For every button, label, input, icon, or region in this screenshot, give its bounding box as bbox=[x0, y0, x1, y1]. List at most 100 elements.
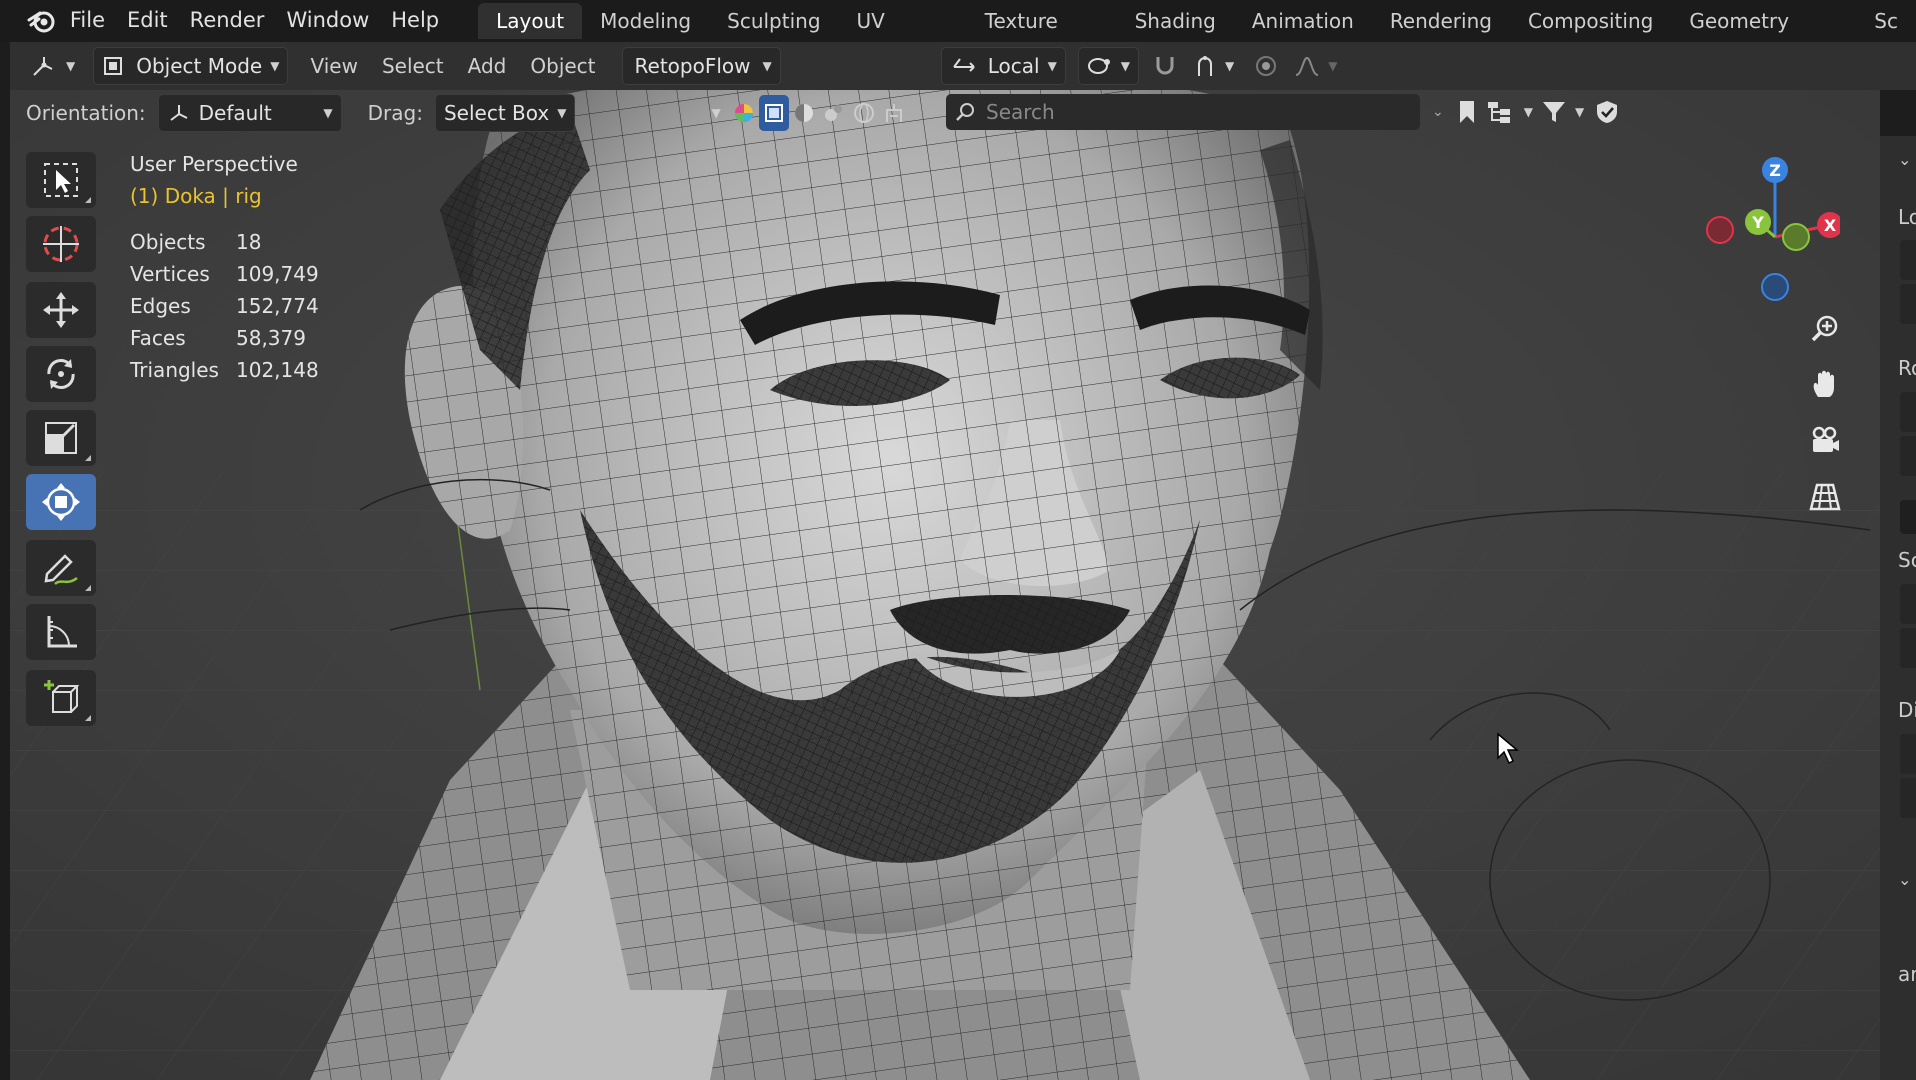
panel-collapse-icon[interactable]: ⌄ bbox=[1898, 150, 1911, 169]
local-orientation-icon bbox=[952, 58, 975, 72]
sidebar-field[interactable] bbox=[1900, 284, 1916, 324]
orientation-dropdown[interactable]: Default ▼ bbox=[157, 94, 342, 132]
sidebar-label-location: Lo bbox=[1898, 205, 1916, 229]
menu-edit[interactable]: Edit bbox=[116, 0, 179, 42]
drag-dropdown[interactable]: Select Box ▼ bbox=[434, 94, 576, 132]
tab-geometry-nodes[interactable]: Geometry Nodes bbox=[1671, 3, 1856, 69]
editor-type-icon bbox=[33, 57, 53, 76]
tool-shelf bbox=[26, 152, 100, 734]
tab-compositing[interactable]: Compositing bbox=[1510, 3, 1671, 39]
tab-shading[interactable]: Shading bbox=[1117, 3, 1234, 39]
proportional-edit-toggle[interactable] bbox=[1246, 48, 1286, 84]
y-axis-label: Y bbox=[1751, 213, 1764, 232]
tab-modeling[interactable]: Modeling bbox=[582, 3, 709, 39]
tab-rendering[interactable]: Rendering bbox=[1372, 3, 1510, 39]
transform-tool[interactable] bbox=[26, 474, 96, 530]
retopoflow-label: RetopoFlow bbox=[634, 54, 751, 78]
stat-value: 109,749 bbox=[236, 262, 319, 286]
collection-options-button[interactable] bbox=[879, 95, 909, 131]
filter-dropdown-caret[interactable]: ▼ bbox=[1575, 105, 1584, 119]
tab-layout[interactable]: Layout bbox=[478, 3, 583, 39]
transform-orientation-dropdown[interactable]: Local ▼ bbox=[940, 47, 1066, 85]
sidebar-field[interactable] bbox=[1900, 778, 1916, 818]
sidebar-mode-field[interactable] bbox=[1900, 500, 1916, 534]
mode-dropdown[interactable]: Object Mode ▼ bbox=[93, 47, 289, 85]
menu-add[interactable]: Add bbox=[456, 54, 519, 78]
annotate-tool[interactable] bbox=[26, 540, 96, 596]
tab-sculpting[interactable]: Sculpting bbox=[709, 3, 838, 39]
stat-label: Edges bbox=[130, 294, 191, 318]
sidebar-field[interactable] bbox=[1900, 436, 1916, 476]
neg-y-axis[interactable] bbox=[1782, 223, 1810, 251]
stat-label: Faces bbox=[130, 326, 186, 350]
menu-view[interactable]: View bbox=[298, 54, 369, 78]
stat-value: 102,148 bbox=[236, 358, 319, 382]
hierarchy-dropdown-caret[interactable]: ▼ bbox=[1524, 105, 1533, 119]
neg-z-axis[interactable] bbox=[1761, 273, 1789, 301]
menu-help[interactable]: Help bbox=[380, 0, 450, 42]
tab-scripting[interactable]: Sc bbox=[1856, 3, 1916, 39]
tab-texture-paint[interactable]: Texture Paint bbox=[967, 3, 1117, 69]
select-box-tool[interactable] bbox=[26, 152, 96, 208]
menu-file[interactable]: File bbox=[59, 0, 116, 42]
sidebar-field[interactable] bbox=[1900, 240, 1916, 280]
retopoflow-menu[interactable]: RetopoFlow ▼ bbox=[621, 47, 781, 85]
shield-check-icon[interactable] bbox=[1594, 99, 1620, 125]
pan-button[interactable] bbox=[1802, 362, 1848, 408]
zoom-button[interactable] bbox=[1802, 306, 1848, 352]
menu-object[interactable]: Object bbox=[518, 54, 607, 78]
color-picker-button[interactable] bbox=[729, 95, 759, 131]
scale-icon bbox=[45, 422, 77, 454]
workspace-tabs: Layout Modeling Sculpting UV Editing Tex… bbox=[478, 0, 1916, 69]
perspective-toggle-button[interactable] bbox=[1802, 474, 1848, 520]
snap-target-dropdown[interactable]: ▼ bbox=[1185, 48, 1242, 84]
blender-logo-icon[interactable] bbox=[24, 3, 59, 39]
rotate-icon bbox=[47, 359, 75, 389]
menu-select[interactable]: Select bbox=[370, 54, 456, 78]
tab-uv-editing[interactable]: UV Editing bbox=[839, 3, 967, 69]
sidebar-label-scale: Sc bbox=[1898, 548, 1916, 572]
bookmark-icon[interactable] bbox=[1456, 99, 1478, 125]
material-preview-button[interactable] bbox=[819, 95, 849, 131]
navigation-gizmo[interactable]: Z X Y bbox=[1700, 150, 1840, 310]
measure-tool[interactable] bbox=[26, 604, 96, 660]
snap-toggle[interactable] bbox=[1145, 48, 1185, 84]
pivot-point-dropdown[interactable]: ▼ bbox=[1077, 47, 1140, 85]
neg-x-axis[interactable] bbox=[1706, 216, 1734, 244]
drag-value: Select Box bbox=[443, 101, 550, 125]
stat-value: 58,379 bbox=[236, 326, 306, 350]
tab-animation[interactable]: Animation bbox=[1234, 3, 1372, 39]
move-tool[interactable] bbox=[26, 282, 96, 338]
stat-label: Triangles bbox=[130, 358, 219, 382]
panel-collapse-icon[interactable]: ⌄ bbox=[1898, 870, 1911, 889]
search-box[interactable] bbox=[946, 94, 1420, 130]
chevron-down-icon[interactable]: ⌄ bbox=[1426, 104, 1450, 120]
cursor-tool[interactable] bbox=[26, 216, 96, 272]
hierarchy-icon[interactable] bbox=[1486, 99, 1514, 125]
transform-icon bbox=[42, 483, 80, 521]
rendered-shading-button[interactable] bbox=[849, 95, 879, 131]
annotate-icon bbox=[44, 554, 78, 585]
sidebar-field[interactable] bbox=[1900, 392, 1916, 432]
menu-render[interactable]: Render bbox=[179, 0, 276, 42]
sidebar-field[interactable] bbox=[1900, 584, 1916, 624]
wireframe-select-button[interactable] bbox=[758, 95, 789, 131]
add-cube-tool[interactable] bbox=[26, 670, 96, 726]
overlay-options-dropdown[interactable]: ▼ bbox=[695, 95, 728, 131]
rotate-tool[interactable] bbox=[26, 346, 96, 402]
proportional-falloff-dropdown[interactable]: ▼ bbox=[1286, 48, 1345, 84]
view-name: User Perspective bbox=[130, 152, 298, 176]
orientation-label: Orientation: bbox=[26, 101, 146, 125]
snap-target-icon bbox=[1198, 56, 1213, 76]
scale-tool[interactable] bbox=[26, 410, 96, 466]
menu-window[interactable]: Window bbox=[275, 0, 380, 42]
editor-type-selector[interactable]: ▼ bbox=[24, 48, 83, 84]
filter-funnel-icon[interactable] bbox=[1541, 99, 1567, 125]
search-input[interactable] bbox=[984, 99, 1388, 125]
sidebar-field[interactable] bbox=[1900, 628, 1916, 668]
solid-shading-button[interactable] bbox=[789, 95, 819, 131]
pivot-icon bbox=[1087, 58, 1110, 74]
sidebar-field[interactable] bbox=[1900, 734, 1916, 774]
z-axis-label: Z bbox=[1769, 161, 1781, 180]
camera-view-button[interactable] bbox=[1802, 418, 1848, 464]
